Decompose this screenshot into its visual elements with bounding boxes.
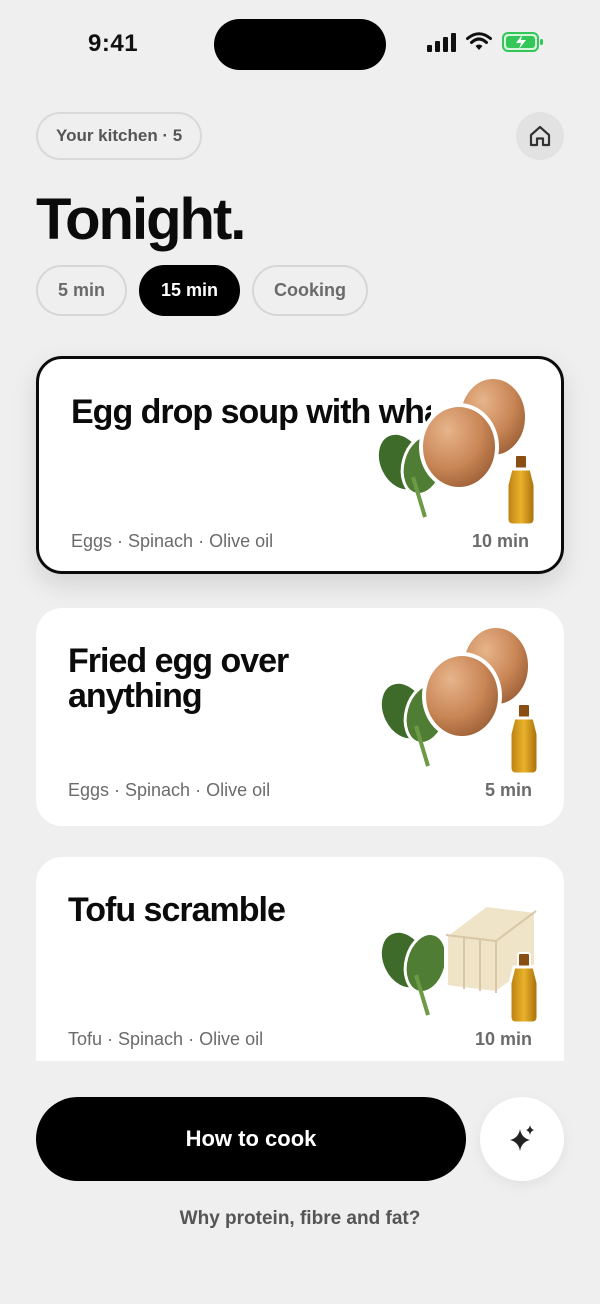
time-filter-group: 5 min 15 min Cooking [36,265,369,316]
recipe-time: 10 min [471,531,529,551]
status-bar: 9:41 [0,0,600,90]
filter-15-min[interactable]: 15 min [139,265,241,316]
cellular-signal-icon [427,32,456,52]
ingredient-art [378,902,540,1025]
home-icon [529,125,551,147]
recipe-ingredients: Eggs · Spinach · Olive oil [71,531,274,551]
recipe-title: Tofu scramble [68,893,286,928]
recipe-time: 10 min [474,1029,532,1049]
status-icons [427,32,544,52]
dynamic-island [214,19,386,70]
olive-oil-icon [508,703,540,776]
home-button[interactable] [516,112,564,160]
kitchen-label: Your kitchen · 5 [56,126,183,145]
spinach-icon [378,929,449,1016]
filter-cooking[interactable]: Cooking [252,265,369,316]
filter-5-min[interactable]: 5 min [36,265,128,316]
recipe-card[interactable]: Fried egg over anything Eggs · Spinach ·… [36,608,564,826]
how-to-cook-button[interactable]: How to cook [36,1097,466,1181]
battery-charging-icon [502,32,543,52]
sparkle-icon [510,1125,534,1151]
ingredient-art [375,377,537,527]
ingredient-art [378,626,540,776]
recipe-title: Fried egg over anything [68,644,289,714]
page-title: Tonight. [36,187,246,252]
olive-oil-icon [505,454,537,527]
why-nutrition-link[interactable]: Why protein, fibre and fat? [0,1208,600,1230]
recipe-ingredients: Eggs · Spinach · Olive oil [68,780,271,800]
recipe-ingredients: Tofu · Spinach · Olive oil [68,1029,264,1049]
how-to-cook-label: How to cook [185,1126,317,1151]
ai-suggest-button[interactable] [480,1097,564,1181]
kitchen-button[interactable]: Your kitchen · 5 [36,112,203,160]
recipe-card[interactable]: Egg drop soup with whatever veg Eggs · S… [36,356,564,574]
status-time: 9:41 [88,30,139,57]
recipe-time: 5 min [484,780,532,800]
wifi-icon [466,32,492,50]
recipe-card[interactable]: Tofu scramble Tofu · Spinach · Olive oil… [36,857,564,1061]
